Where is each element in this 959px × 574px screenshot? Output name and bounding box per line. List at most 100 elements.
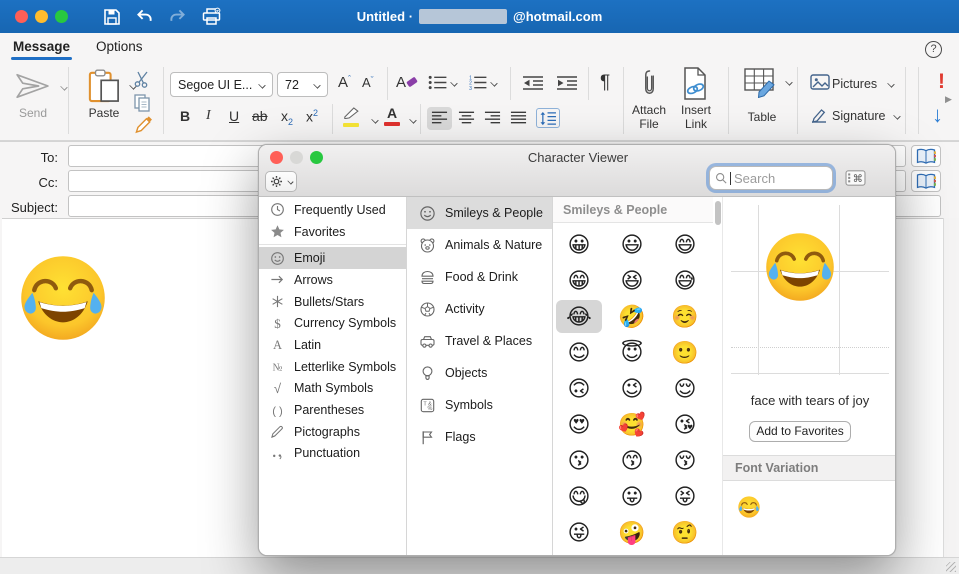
justify-button[interactable]	[510, 111, 527, 124]
category-item[interactable]: Smileys & People	[407, 197, 552, 229]
signature-button[interactable]	[810, 106, 828, 124]
emoji-cell[interactable]: 😘	[662, 408, 708, 441]
align-center-button[interactable]	[458, 111, 475, 124]
table-chevron-icon[interactable]	[785, 78, 792, 85]
font-color-chevron-icon[interactable]	[409, 116, 416, 123]
emoji-cell[interactable]: 😅	[662, 264, 708, 297]
attach-file-button[interactable]	[640, 67, 658, 101]
ribbon-overflow-button[interactable]: ▶	[945, 94, 952, 105]
category-item[interactable]: Travel & Places	[407, 325, 552, 357]
help-button[interactable]: ?	[925, 41, 942, 58]
paste-button[interactable]	[85, 67, 123, 105]
emoji-cell[interactable]: 😋	[556, 480, 602, 513]
category-item[interactable]: Objects	[407, 357, 552, 389]
italic-button[interactable]: I	[206, 108, 211, 124]
emoji-cell[interactable]: 😆	[609, 264, 655, 297]
table-button[interactable]	[743, 68, 779, 98]
sidebar-item[interactable]: √ Math Symbols	[259, 378, 406, 400]
sidebar-item[interactable]: ( ) Parentheses	[259, 399, 406, 421]
emoji-cell[interactable]: 😇	[609, 336, 655, 369]
send-button[interactable]	[10, 70, 56, 102]
sidebar-item[interactable]: Favorites	[259, 221, 406, 243]
emoji-cell[interactable]: 😍	[556, 408, 602, 441]
font-color-button[interactable]: A	[384, 105, 400, 126]
cc-addressbook-button[interactable]	[911, 170, 941, 192]
highlight-button[interactable]	[343, 106, 361, 127]
pilcrow-button[interactable]: ¶	[600, 72, 610, 94]
settings-gear-button[interactable]	[265, 171, 297, 192]
bullets-button[interactable]	[428, 75, 457, 90]
sidebar-item[interactable]: A Latin	[259, 334, 406, 356]
bold-button[interactable]: B	[180, 108, 190, 124]
emoji-cell[interactable]: 😀	[556, 228, 602, 261]
character-viewer-titlebar[interactable]: Character Viewer ⌘	[259, 145, 896, 197]
signature-chevron-icon[interactable]	[893, 112, 900, 119]
numbering-button[interactable]: 123	[468, 75, 497, 90]
format-painter-icon[interactable]	[133, 114, 155, 134]
emoji-cell[interactable]: 😄	[662, 228, 708, 261]
line-spacing-button[interactable]	[536, 108, 560, 128]
keyboard-panel-button[interactable]: ⌘	[845, 170, 866, 189]
emoji-cell[interactable]: 😛	[609, 480, 655, 513]
sidebar-item[interactable]: Frequently Used	[259, 199, 406, 221]
grow-font-button[interactable]: Aˆ	[338, 74, 351, 91]
sidebar-item[interactable]: Emoji	[259, 247, 406, 269]
sidebar-item[interactable]: Bullets/Stars	[259, 291, 406, 313]
search-box[interactable]	[709, 166, 833, 190]
emoji-cell[interactable]: 😁	[556, 264, 602, 297]
font-name-dropdown[interactable]: Segoe UI E...	[170, 72, 273, 97]
emoji-cell[interactable]: 🤪	[609, 516, 655, 549]
pictures-button[interactable]	[810, 74, 830, 90]
highlight-chevron-icon[interactable]	[371, 116, 378, 123]
shrink-font-button[interactable]: Aˇ	[362, 75, 374, 90]
category-item[interactable]: Flags	[407, 421, 552, 453]
body-scroll-area[interactable]	[943, 218, 959, 557]
emoji-cell[interactable]: 😂	[556, 300, 602, 333]
add-to-favorites-button[interactable]: Add to Favorites	[749, 421, 851, 442]
tab-message[interactable]: Message	[13, 39, 70, 54]
decrease-indent-icon[interactable]	[522, 75, 544, 91]
subscript-button[interactable]: x2	[281, 108, 293, 127]
tab-options[interactable]: Options	[96, 39, 143, 54]
emoji-cell[interactable]: ☺️	[662, 300, 708, 333]
align-left-button[interactable]	[431, 111, 448, 124]
category-item[interactable]: Animals & Nature	[407, 229, 552, 261]
sidebar-item[interactable]: Punctuation	[259, 443, 406, 465]
emoji-cell[interactable]: 🤨	[662, 516, 708, 549]
low-importance-button[interactable]: ↓	[932, 102, 943, 128]
high-importance-button[interactable]: !	[938, 70, 945, 94]
emoji-cell[interactable]: 😝	[662, 480, 708, 513]
sidebar-item[interactable]: Pictographs	[259, 421, 406, 443]
emoji-cell[interactable]: 🙂	[662, 336, 708, 369]
emoji-cell[interactable]: 😉	[609, 372, 655, 405]
scrollbar-thumb[interactable]	[715, 201, 721, 225]
sidebar-item[interactable]: $ Currency Symbols	[259, 312, 406, 334]
search-input[interactable]	[734, 171, 814, 186]
emoji-cell[interactable]: 😊	[556, 336, 602, 369]
increase-indent-icon[interactable]	[556, 75, 578, 91]
insert-link-button[interactable]	[682, 66, 708, 102]
emoji-cell[interactable]: 😌	[662, 372, 708, 405]
pictures-chevron-icon[interactable]	[887, 80, 894, 87]
underline-button[interactable]: U	[229, 108, 239, 124]
superscript-button[interactable]: x2	[306, 108, 318, 125]
emoji-cell[interactable]: 😙	[609, 444, 655, 477]
cut-icon[interactable]	[132, 70, 152, 88]
clear-formatting-button[interactable]: A	[396, 74, 417, 91]
emoji-cell[interactable]: 🤣	[609, 300, 655, 333]
emoji-cell[interactable]: 😃	[609, 228, 655, 261]
font-variation-emoji[interactable]	[737, 495, 761, 519]
emoji-cell[interactable]: 😚	[662, 444, 708, 477]
send-chevron-icon[interactable]	[60, 83, 67, 90]
align-right-button[interactable]	[484, 111, 501, 124]
emoji-cell[interactable]: 😗	[556, 444, 602, 477]
font-size-dropdown[interactable]: 72	[277, 72, 328, 97]
sidebar-item[interactable]: № Letterlike Symbols	[259, 356, 406, 378]
emoji-cell[interactable]: 😜	[556, 516, 602, 549]
category-item[interactable]: Food & Drink	[407, 261, 552, 293]
strikethrough-button[interactable]: ab	[252, 108, 268, 124]
to-addressbook-button[interactable]	[911, 145, 941, 167]
sidebar-item[interactable]: Arrows	[259, 269, 406, 291]
category-item[interactable]: T%& Symbols	[407, 389, 552, 421]
emoji-cell[interactable]: 🥰	[609, 408, 655, 441]
